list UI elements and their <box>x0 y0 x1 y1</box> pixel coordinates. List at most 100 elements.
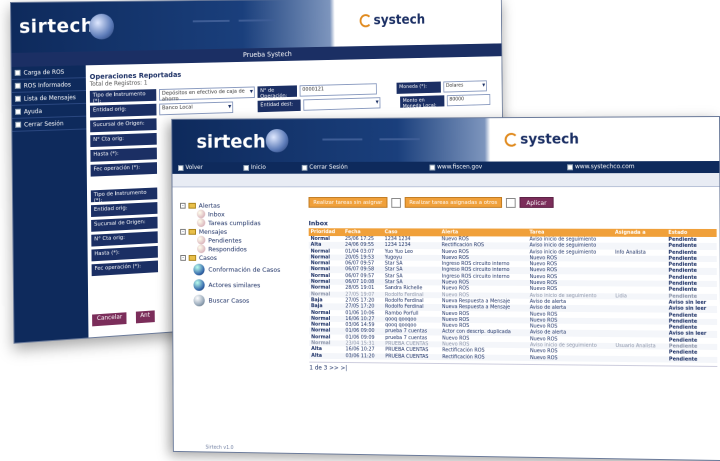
unassigned-checkbox[interactable] <box>390 197 401 208</box>
dest-entity-select[interactable] <box>303 97 381 111</box>
square-icon <box>177 165 184 171</box>
table-cell: Pendiente <box>666 356 718 363</box>
others-checkbox[interactable] <box>505 197 516 208</box>
front-window: sirtech systech Volver Inicio Cerrar Ses… <box>171 116 720 461</box>
front-strip <box>172 173 720 188</box>
square-icon <box>14 82 21 89</box>
back-logo: sirtech <box>19 14 95 38</box>
expand-icon: - <box>180 202 186 209</box>
col-alerta[interactable]: Alerta <box>439 228 528 237</box>
back-brand: systech <box>359 12 426 29</box>
tree-label: Conformación de Casos <box>208 265 281 274</box>
people-icon <box>193 263 205 276</box>
unassigned-tasks-button[interactable]: Realizar tareas sin asignar <box>308 197 388 208</box>
local-amount-input[interactable]: 80000 <box>446 93 491 107</box>
col-prioridad[interactable]: Prioridad <box>308 228 344 237</box>
content-area: Realizar tareas sin asignar Realizar tar… <box>308 197 718 459</box>
field-label: Hasta (*): <box>90 147 157 162</box>
toolbar: Realizar tareas sin asignar Realizar tar… <box>308 197 717 208</box>
pager[interactable]: 1 de 3 >> >| <box>309 361 718 376</box>
currency-select[interactable]: Dolares <box>443 80 487 93</box>
table-cell: PRUEBA CUENTAS <box>383 353 441 361</box>
nav-label: Cerrar Sesión <box>309 163 348 171</box>
front-brand: systech <box>504 132 579 148</box>
tree-label: Alertas <box>198 201 221 210</box>
nav-link-fiscen[interactable]: www.fiscen.gov <box>424 161 562 173</box>
brand-text: systech <box>373 12 426 29</box>
tree-label: Respondidos <box>208 244 247 253</box>
tree-label: Tareas cumplidas <box>208 218 261 227</box>
sidebar-label: Cerrar Sesión <box>24 119 64 129</box>
table-cell <box>613 355 668 363</box>
table-cell: Nuevo ROS <box>528 354 614 362</box>
tree-mensajes[interactable]: - Mensajes <box>180 227 302 236</box>
field-label: N° de Operación: <box>257 85 298 100</box>
nav-link-systechco[interactable]: www.systechco.com <box>561 161 709 173</box>
nav-volver[interactable]: Volver <box>172 162 237 174</box>
globe-icon <box>89 13 115 40</box>
search-icon <box>193 294 205 307</box>
square-icon <box>15 121 22 128</box>
tree-label: Buscar Casos <box>208 296 250 305</box>
cancel-button[interactable]: Cancelar <box>92 312 127 327</box>
tree-inbox[interactable]: Inbox <box>180 209 302 219</box>
nav-label: Volver <box>185 164 203 171</box>
table-cell: 03/06 11:20 <box>343 352 384 360</box>
sidebar-label: Ayuda <box>23 107 43 116</box>
arrow-decoration <box>322 138 363 141</box>
inbox-table: Prioridad Fecha Caso Alerta Tarea Asigna… <box>308 228 718 363</box>
tree-label: Inbox <box>208 210 225 218</box>
tree-label: Casos <box>198 253 217 262</box>
tree-respondidos[interactable]: Respondidos <box>180 244 302 254</box>
table-cell: Alta <box>309 352 344 360</box>
tree-label: Pendientes <box>208 236 242 245</box>
arrow-decoration <box>192 19 230 23</box>
back-sidebar: Carga de ROS ROS Informados Lista de Men… <box>11 65 89 344</box>
clock-icon <box>196 235 206 245</box>
tree-actores-similares[interactable]: Actores similares <box>180 277 302 293</box>
sidebar-label: ROS Informados <box>23 80 71 90</box>
tree-pendientes[interactable]: Pendientes <box>180 235 302 245</box>
field-label: Monto en Moneda Local: <box>400 95 445 110</box>
expand-icon: - <box>180 228 186 235</box>
tree-casos[interactable]: - Casos <box>180 253 302 262</box>
square-icon <box>15 108 22 115</box>
others-tasks-button[interactable]: Realizar tareas asignadas a otros <box>404 197 503 208</box>
col-fecha[interactable]: Fecha <box>343 228 383 237</box>
field-label: Entidad orig: <box>89 103 157 118</box>
tree-label: Actores similares <box>208 281 261 290</box>
col-caso[interactable]: Caso <box>382 228 440 237</box>
tree-tareas-cumplidas[interactable]: Tareas cumplidas <box>180 218 302 228</box>
nav-cerrar-sesion[interactable]: Cerrar Sesión <box>296 162 424 174</box>
nav-inicio[interactable]: Inicio <box>238 162 296 174</box>
square-icon <box>14 95 21 102</box>
arrow-decoration <box>238 19 275 22</box>
field-label: Sucursal de Origen: <box>90 118 157 133</box>
tree-conformacion-casos[interactable]: Conformación de Casos <box>180 262 302 278</box>
field-label: Fec operación (*): <box>90 162 158 177</box>
col-estado[interactable]: Estado <box>666 228 717 237</box>
square-icon <box>14 69 21 76</box>
origin-entity-select[interactable]: Banco Local <box>159 101 234 116</box>
tree-alertas[interactable]: - Alertas <box>180 201 302 210</box>
col-tarea[interactable]: Tarea <box>527 228 614 237</box>
nav-label: Inicio <box>250 164 266 171</box>
operation-number-input[interactable]: 0000121 <box>299 83 377 97</box>
nav-label: www.systechco.com <box>574 163 635 171</box>
field-label: Tipo de Instrumento (*): <box>90 187 158 204</box>
tree-nav: - Alertas Inbox Tareas cumplidas - Mensaje… <box>180 201 302 309</box>
field-label: Tipo de Instrumento (*): <box>89 89 157 105</box>
field-label: Sucursal de Origen: <box>91 216 158 232</box>
instrument-select[interactable]: Depósitos en efectivo de caja de ahorro <box>159 86 255 103</box>
field-label: Entidad dest: <box>257 99 301 113</box>
col-asignada[interactable]: Asignada a <box>612 228 667 237</box>
sidebar-item-cerrar-sesion[interactable]: Cerrar Sesión <box>12 116 87 132</box>
stage: sirtech systech Prueba Systech Carga de … <box>0 0 720 461</box>
apply-button[interactable]: Aplicar <box>519 197 554 208</box>
expand-icon: - <box>180 254 186 261</box>
tree-label: Mensajes <box>198 227 228 236</box>
version-label: Sirtech v1.0 <box>205 444 234 451</box>
tree-buscar-casos[interactable]: Buscar Casos <box>180 293 302 309</box>
ant-button[interactable]: Ant <box>135 310 155 324</box>
systech-swoosh-icon <box>359 14 372 28</box>
